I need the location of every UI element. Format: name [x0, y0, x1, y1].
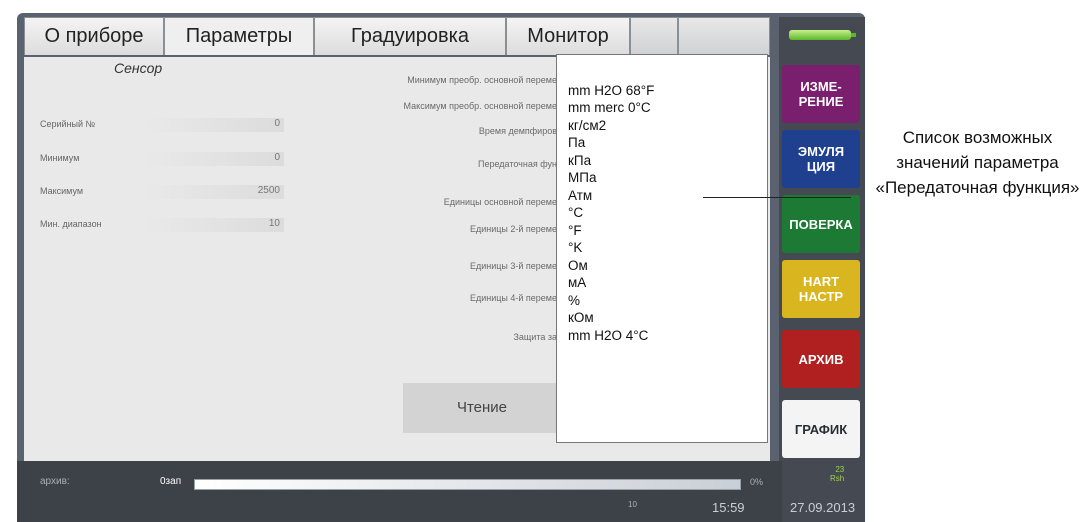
tab-monitor[interactable]: Монитор: [506, 17, 630, 55]
dropdown-option[interactable]: mm merc 0°C: [568, 100, 651, 115]
param-label: Единицы 2-й переме: [469, 224, 557, 234]
sensor-title: Сенсор: [114, 60, 163, 76]
dropdown-option[interactable]: Па: [568, 135, 585, 150]
tab-bar: О приборе Параметры Градуировка Монитор: [24, 17, 770, 57]
annotation-text: Список возможных значений параметра «Пер…: [875, 128, 1080, 197]
emulation-button[interactable]: ЭМУЛЯ ЦИЯ: [782, 130, 860, 188]
hart-settings-button[interactable]: HART НАСТР: [782, 260, 860, 318]
clock-time: 15:59: [712, 500, 745, 515]
dropdown-option[interactable]: mm H2O 4°C: [568, 328, 648, 343]
graph-button[interactable]: ГРАФИК: [782, 400, 860, 458]
measure-button[interactable]: ИЗМЕ- РЕНИЕ: [782, 65, 860, 123]
archive-label: архив:: [40, 476, 70, 487]
sensor-row-label: Серийный №: [40, 119, 96, 129]
sensor-row-label: Минимум: [40, 153, 80, 163]
sensor-row-value[interactable]: 0: [144, 152, 284, 166]
dropdown-option[interactable]: кПа: [568, 153, 591, 168]
temp-indicator: 23 Rsh: [830, 465, 845, 483]
param-label: Защита за: [513, 332, 557, 342]
callout-line: [703, 197, 851, 198]
param-label: Максимум преобр. основной переме: [403, 101, 557, 111]
dropdown-option[interactable]: мА: [568, 275, 586, 290]
battery-icon: [789, 30, 856, 40]
archive-progress-bar: [194, 479, 741, 490]
verification-button[interactable]: ПОВЕРКА: [782, 195, 860, 253]
dropdown-option[interactable]: °F: [568, 223, 582, 238]
archive-count: 0зап: [160, 476, 182, 487]
sensor-row-serial: Серийный № 0: [28, 116, 290, 134]
sensor-row-max: Максимум 2500: [28, 183, 290, 201]
dropdown-option[interactable]: %: [568, 293, 580, 308]
param-label: Передаточная фун: [478, 159, 557, 169]
clock-date: 27.09.2013: [790, 500, 856, 515]
status-extra: 10: [628, 500, 637, 509]
sensor-row-min-range: Мин. диапазон 10: [28, 216, 290, 234]
dropdown-option[interactable]: °K: [568, 240, 582, 255]
param-label: Минимум преобр. основной переме: [407, 75, 557, 85]
status-bar: [17, 461, 782, 522]
archive-percent: 0%: [750, 477, 764, 487]
transfer-function-dropdown[interactable]: mm H2O 68°F mm merc 0°C кг/см2 Па кПа МП…: [556, 54, 768, 443]
dropdown-option[interactable]: °C: [568, 205, 583, 220]
dropdown-option[interactable]: Ом: [568, 258, 588, 273]
dropdown-option[interactable]: МПа: [568, 170, 596, 185]
param-label: Единицы основной переме: [443, 197, 557, 207]
tab-calibration[interactable]: Градуировка: [314, 17, 506, 55]
archive-button[interactable]: АРХИВ: [782, 330, 860, 388]
tab-parameters[interactable]: Параметры: [164, 17, 314, 55]
tab-empty-2[interactable]: [678, 17, 770, 55]
sensor-row-label: Мин. диапазон: [40, 219, 102, 229]
read-button[interactable]: Чтение: [403, 383, 561, 433]
param-label: Единицы 4-й переме: [469, 293, 557, 303]
sensor-row-value[interactable]: 0: [144, 118, 284, 132]
param-label: Время демпфиров: [478, 126, 557, 136]
dropdown-option[interactable]: mm H2O 68°F: [568, 83, 654, 98]
sensor-row-min: Минимум 0: [28, 150, 290, 168]
sensor-row-value[interactable]: 10: [144, 218, 284, 232]
tab-empty-1[interactable]: [630, 17, 678, 55]
sensor-row-label: Максимум: [40, 186, 84, 196]
sensor-row-value[interactable]: 2500: [144, 185, 284, 199]
param-label: Единицы 3-й переме: [469, 261, 557, 271]
tab-about[interactable]: О приборе: [24, 17, 164, 55]
dropdown-option[interactable]: кг/см2: [568, 118, 606, 133]
dropdown-option[interactable]: Атм: [568, 188, 592, 203]
dropdown-option[interactable]: кОм: [568, 310, 594, 325]
